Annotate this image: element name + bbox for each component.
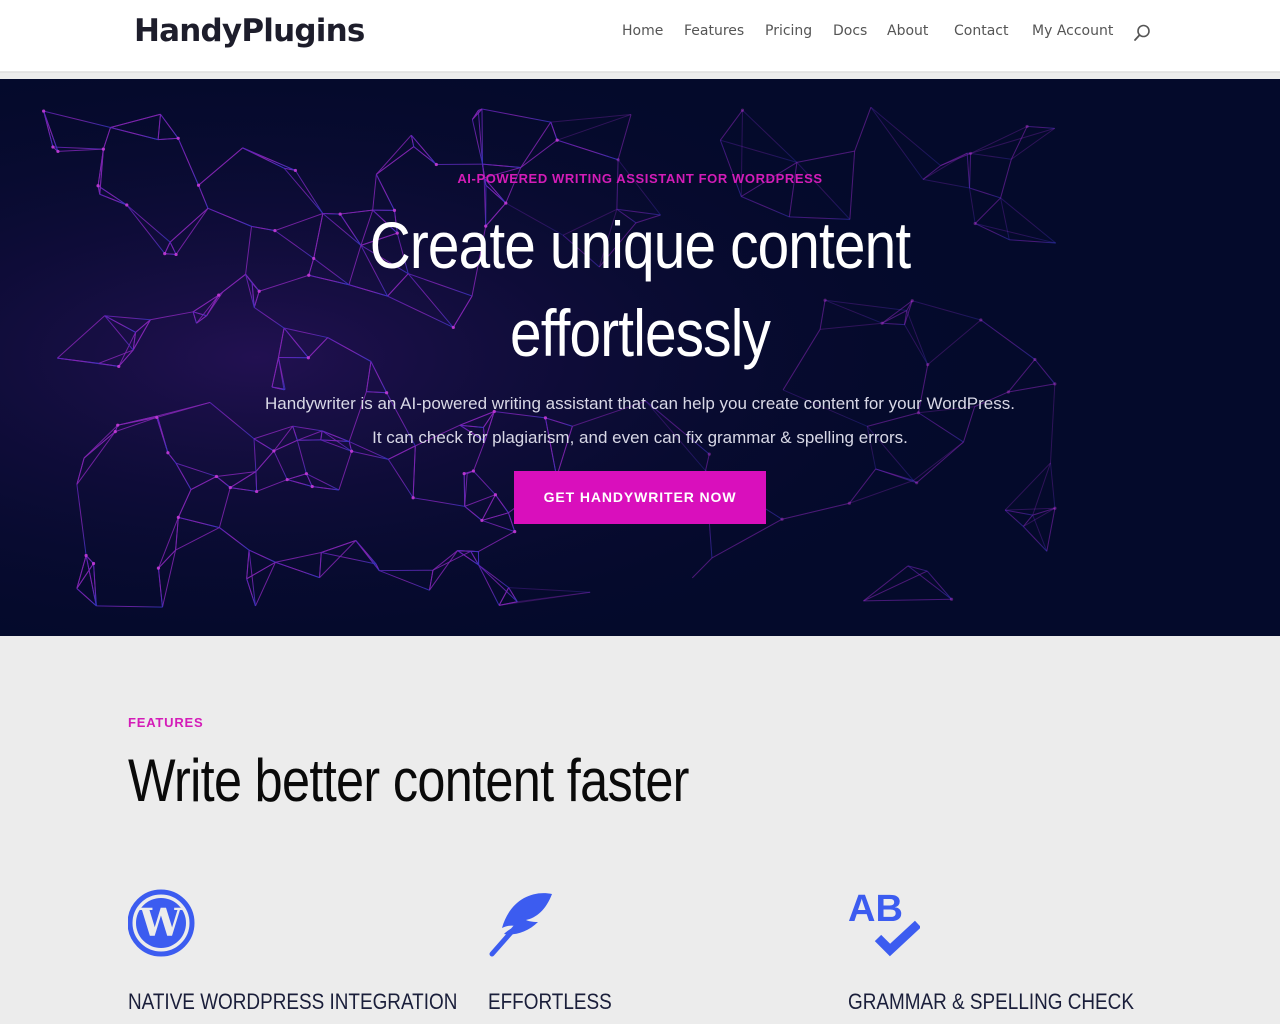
hero-title: Create unique content effortlessly [296,201,984,377]
nav-features[interactable]: Features [684,23,744,39]
features-eyebrow: FEATURES [128,715,204,730]
feature-title: EFFORTLESS [488,989,612,1014]
hero-eyebrow: AI-POWERED WRITING ASSISTANT FOR WORDPRE… [457,171,823,186]
svg-text:W: W [139,900,184,945]
hero-section: AI-POWERED WRITING ASSISTANT FOR WORDPRE… [0,79,1280,636]
spellcheck-icon: AB [848,888,920,957]
site-header: HandyPlugins Home Features Pricing Docs … [0,0,1280,72]
feature-title: GRAMMAR & SPELLING CHECK [848,989,1134,1014]
hero-title-line-2: effortlessly [510,296,771,370]
nav-contact[interactable]: Contact [954,23,1008,39]
hero-description-line-2: It can check for plagiarism, and even ca… [372,428,908,447]
hero-description: Handywriter is an AI-powered writing ass… [190,387,1090,455]
nav-about[interactable]: About [887,23,928,39]
site-logo[interactable]: HandyPlugins [134,13,365,49]
nav-docs[interactable]: Docs [833,23,867,39]
hero-description-line-1: Handywriter is an AI-powered writing ass… [265,394,1015,413]
feather-icon [489,893,552,957]
hero-title-line-1: Create unique content [369,208,911,282]
search-icon[interactable] [1133,24,1151,42]
nav-pricing[interactable]: Pricing [765,23,812,39]
features-title: Write better content faster [128,747,689,814]
feature-title: NATIVE WORDPRESS INTEGRATION [128,989,458,1014]
get-handywriter-button[interactable]: GET HANDYWRITER NOW [514,471,766,524]
svg-text:AB: AB [848,888,903,930]
wordpress-icon: W [128,889,195,957]
nav-my-account[interactable]: My Account [1032,23,1113,39]
nav-home[interactable]: Home [622,23,663,39]
